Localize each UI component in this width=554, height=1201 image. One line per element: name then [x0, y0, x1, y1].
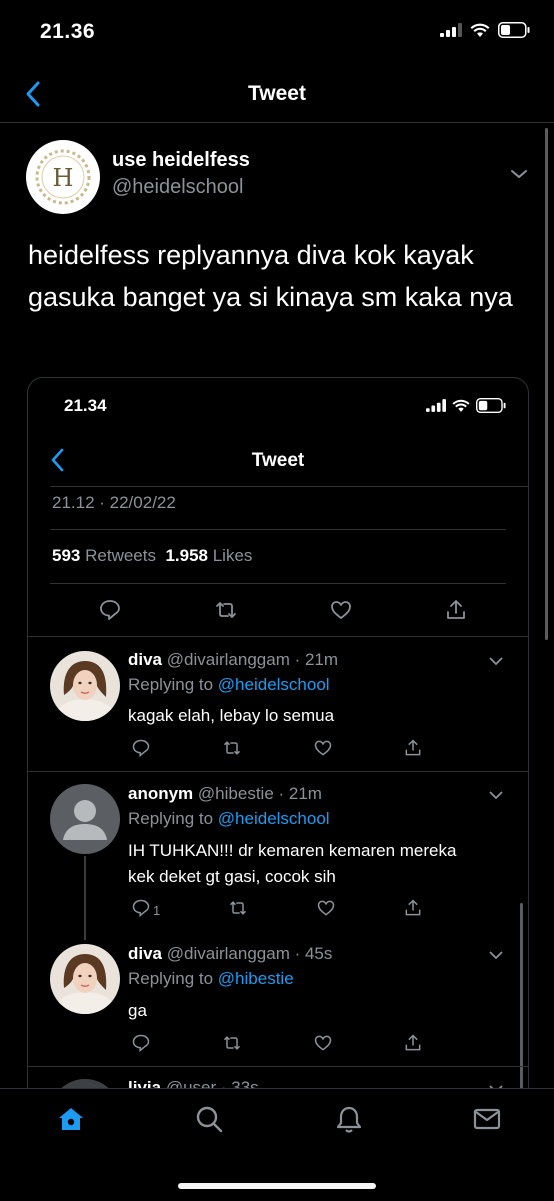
reply-text: kagak elah, lebay lo semua [128, 706, 335, 725]
status-bar: 21.36 [0, 0, 554, 64]
share-icon [405, 1034, 421, 1051]
replying-label: Replying to [128, 969, 214, 988]
embedded-status-time: 21.34 [64, 396, 107, 415]
chevron-down-icon[interactable] [510, 168, 528, 180]
like-icon [314, 740, 332, 756]
divider [28, 771, 528, 772]
retweet-icon [223, 741, 241, 755]
share-icon [405, 899, 421, 916]
tweet-text: heidelfess replyannya diva kok kayak gas… [28, 240, 513, 312]
reply-author: anonym @hibestie · 21m [128, 784, 322, 803]
thread-line [84, 856, 86, 940]
divider [28, 1066, 528, 1067]
divider [50, 486, 528, 487]
chevron-down-icon [489, 657, 503, 666]
reply-text: IH TUHKAN!!! dr kemaren kemaren mereka k… [128, 841, 457, 886]
retweet-icon [230, 901, 247, 915]
reply-text: ga [128, 1001, 147, 1020]
reply-icon [100, 600, 120, 620]
scroll-indicator [545, 128, 548, 640]
battery-icon [476, 398, 506, 413]
chevron-down-icon [489, 951, 503, 960]
embedded-scrollbar [520, 903, 523, 1113]
like-icon [317, 900, 335, 916]
tweet-date: 21.12 · 22/02/22 [52, 493, 176, 512]
reply-actions: 1 [131, 898, 423, 918]
status-time: 21.36 [40, 20, 96, 43]
reply-actions [131, 738, 423, 758]
replying-to: Replying to @heidelschool [128, 809, 330, 829]
author-avatar[interactable]: H [26, 140, 100, 214]
reply-author: diva @divairlanggam · 45s [128, 944, 333, 963]
battery-icon [498, 22, 530, 38]
signal-icon [440, 23, 462, 37]
replying-to: Replying to @heidelschool [128, 675, 330, 695]
divider [50, 583, 506, 584]
signal-icon [426, 399, 446, 412]
default-avatar-icon [63, 800, 107, 840]
notifications-icon[interactable] [334, 1104, 364, 1134]
replying-label: Replying to [128, 675, 214, 694]
reply-icon [132, 739, 150, 758]
retweets-count: 593 [52, 546, 81, 565]
svg-text:H: H [53, 164, 74, 192]
messages-icon[interactable] [472, 1104, 502, 1134]
replying-handle: @heidelschool [217, 675, 330, 694]
search-icon[interactable] [194, 1104, 224, 1134]
replying-handle: @hibestie [217, 969, 294, 988]
home-icon[interactable] [56, 1104, 86, 1134]
tweet-actions [98, 598, 468, 622]
tweet-stats: 593 Retweets 1.958 Likes [52, 546, 252, 566]
retweet-icon [215, 602, 236, 618]
replying-handle: @heidelschool [217, 809, 330, 828]
embedded-title: Tweet [251, 450, 305, 471]
wreath-logo-icon: H [35, 149, 91, 205]
wifi-icon [452, 399, 470, 412]
chevron-down-icon [489, 791, 503, 800]
reply-icon [132, 1034, 150, 1053]
divider [28, 636, 528, 637]
tweet-image[interactable]: 21.34 Tweet 21.12 · 22/02/22 593 Retweet… [27, 377, 529, 1119]
reply-avatar-default [50, 784, 120, 854]
likes-label: Likes [212, 546, 253, 565]
embedded-screenshot: 21.34 Tweet 21.12 · 22/02/22 593 Retweet… [28, 378, 528, 1118]
author-handle[interactable]: @heidelschool [112, 176, 244, 199]
replying-label: Replying to [128, 809, 214, 828]
author-name[interactable]: use heidelfess [112, 149, 250, 172]
share-icon [447, 600, 465, 619]
like-icon [314, 1035, 332, 1051]
status-icons [440, 22, 530, 38]
share-icon [405, 739, 421, 756]
divider [50, 529, 506, 530]
reply-count: 1 [153, 903, 161, 918]
wifi-icon [470, 23, 490, 37]
retweets-label: Retweets [85, 546, 156, 565]
likes-count: 1.958 [165, 546, 208, 565]
reply-icon [132, 899, 150, 918]
page-title: Tweet [248, 82, 306, 105]
reply-actions [131, 1033, 423, 1053]
home-indicator[interactable] [178, 1183, 376, 1189]
reply-avatar [50, 651, 120, 721]
replying-to: Replying to @hibestie [128, 969, 294, 989]
like-icon [331, 601, 352, 619]
reply-avatar [50, 944, 120, 1014]
retweet-icon [223, 1036, 241, 1050]
reply-author: diva @divairlanggam · 21m [128, 650, 339, 669]
embedded-status-icons [426, 398, 506, 413]
